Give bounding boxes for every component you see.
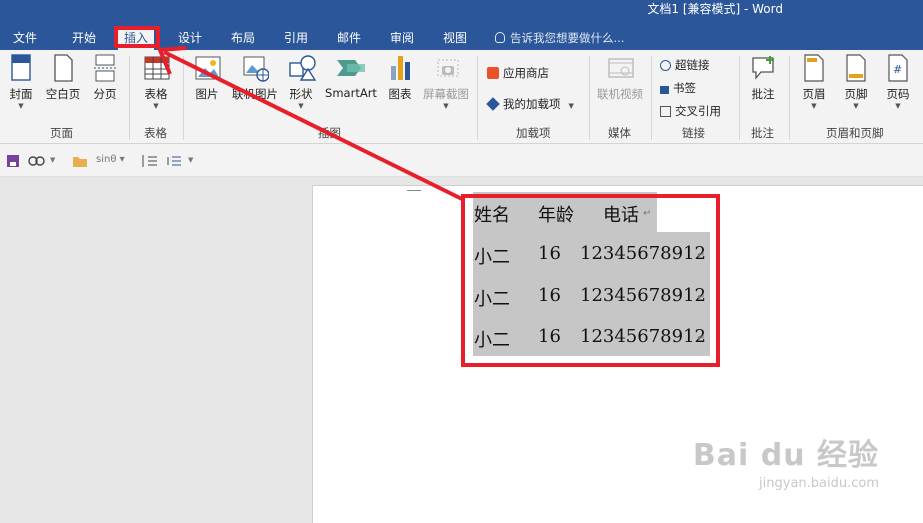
baidu-watermark: Bai du 经验 jingyan.baidu.com [693,430,879,491]
watermark-logo-text: Bai du 经验 [692,438,879,473]
watermark-url: jingyan.baidu.com [759,476,879,491]
